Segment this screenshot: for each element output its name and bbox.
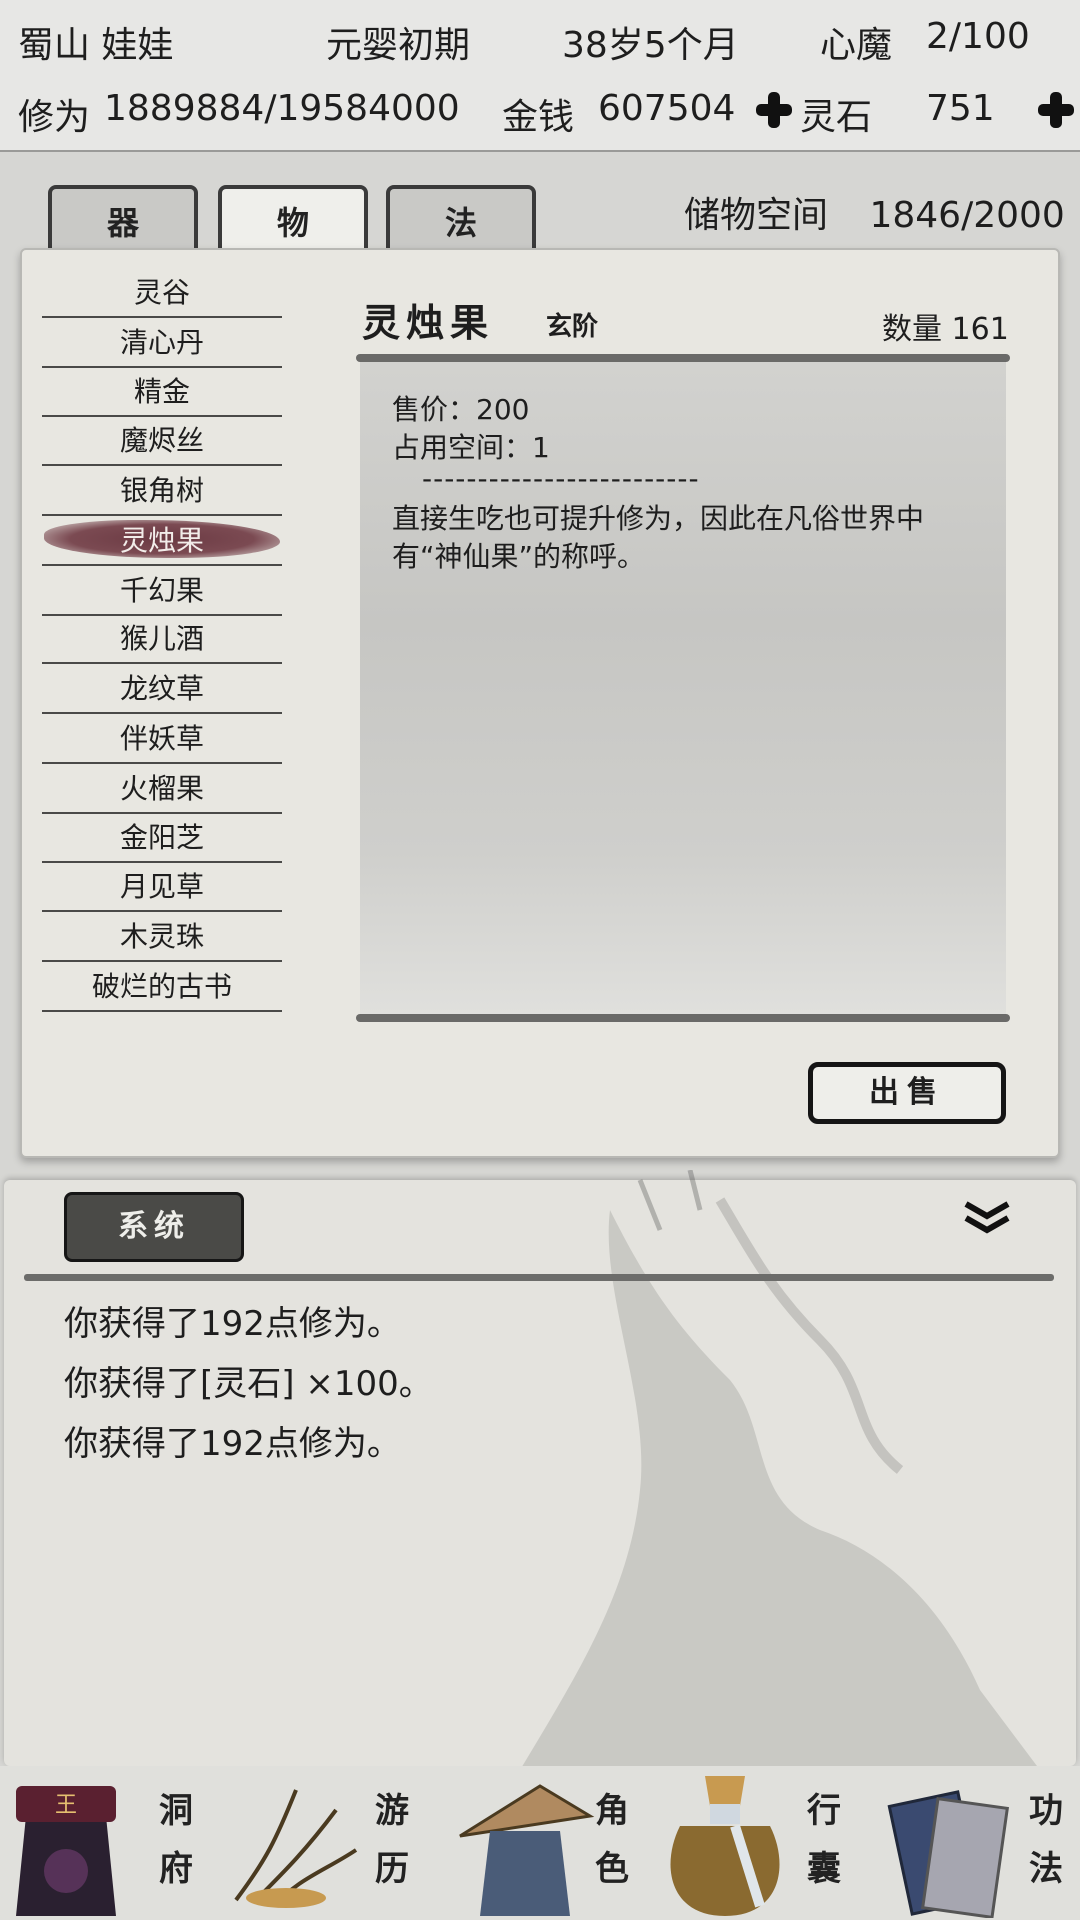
collapse-chevron-icon[interactable] — [962, 1198, 1012, 1238]
list-item[interactable]: 魔烬丝 — [42, 416, 282, 466]
item-price: 售价：200 — [392, 393, 530, 426]
storage-label: 储物空间 — [684, 195, 829, 236]
age-label: 38岁5个月 — [562, 25, 739, 66]
cultivation-value: 1889884/19584000 — [104, 88, 460, 129]
message-line: 你获得了192点修为。 — [64, 1304, 401, 1344]
nav-cave[interactable]: 王 洞 府 — [0, 1766, 200, 1920]
list-item[interactable]: 伴妖草 — [42, 714, 282, 764]
list-item[interactable]: 月见草 — [42, 862, 282, 912]
list-item[interactable]: 金阳芝 — [42, 813, 282, 863]
tab-items[interactable]: 物 — [218, 185, 368, 249]
list-item[interactable]: 银角树 — [42, 466, 282, 516]
add-spirit-stone-icon[interactable] — [1036, 90, 1076, 130]
bag-icon — [670, 1776, 780, 1916]
tab-system-messages[interactable]: 系统 — [64, 1192, 244, 1262]
detail-top-rod — [356, 354, 1010, 362]
ink-mountain-decoration — [520, 1170, 1040, 1770]
nav-scripture[interactable]: 功 法 — [860, 1766, 1080, 1920]
status-header: 蜀山 娃娃 元婴初期 38岁5个月 心魔 2/100 修为 1889884/19… — [0, 0, 1080, 152]
realm-label: 元婴初期 — [326, 25, 471, 66]
svg-text:王: 王 — [55, 1793, 77, 1818]
list-item[interactable]: 破烂的古书 — [42, 962, 282, 1012]
message-line: 你获得了[灵石] ×100。 — [64, 1364, 433, 1404]
scripture-icon — [887, 1790, 1010, 1918]
list-item[interactable]: 灵谷 — [42, 268, 282, 318]
list-item[interactable]: 精金 — [42, 367, 282, 417]
character-icon — [459, 1784, 595, 1916]
nav-bag[interactable]: 行 囊 — [650, 1766, 860, 1920]
tab-equipment[interactable]: 器 — [48, 185, 198, 249]
cave-icon: 王 — [16, 1786, 116, 1916]
item-space: 占用空间：1 — [392, 431, 550, 464]
item-name: 灵烛果 — [362, 300, 495, 345]
item-description: 直接生吃也可提升修为，因此在凡俗世界中有“神仙果”的称呼。 — [392, 502, 925, 573]
item-quantity: 数量 161 — [882, 312, 1009, 347]
list-item[interactable]: 火榴果 — [42, 764, 282, 814]
sell-button[interactable]: 出售 — [808, 1062, 1006, 1124]
detail-separator: ------------------------- — [422, 462, 700, 495]
character-name: 蜀山 娃娃 — [18, 25, 174, 66]
spirit-stone-label: 灵石 — [800, 97, 873, 138]
spirit-stone-value: 751 — [926, 88, 995, 129]
bottom-navigation: 王 洞 府 游 历 角 色 行 囊 功 法 — [0, 1766, 1080, 1920]
list-item[interactable]: 龙纹草 — [42, 664, 282, 714]
add-money-icon[interactable] — [754, 90, 794, 130]
item-grade: 玄阶 — [546, 312, 599, 342]
money-label: 金钱 — [502, 97, 575, 138]
list-item-selected[interactable]: 灵烛果 — [42, 516, 282, 566]
list-item[interactable]: 猴儿酒 — [42, 614, 282, 664]
nav-character[interactable]: 角 色 — [440, 1766, 650, 1920]
message-line: 你获得了192点修为。 — [64, 1424, 401, 1464]
storage-value: 1846/2000 — [869, 195, 1065, 236]
nav-travel[interactable]: 游 历 — [210, 1766, 420, 1920]
list-item[interactable]: 清心丹 — [42, 318, 282, 368]
money-value: 607504 — [598, 88, 736, 129]
tab-techniques[interactable]: 法 — [386, 185, 536, 249]
travel-icon — [234, 1789, 358, 1908]
list-item[interactable]: 木灵珠 — [42, 912, 282, 962]
heart-demon-value: 2/100 — [926, 16, 1030, 57]
list-item[interactable]: 千幻果 — [42, 566, 282, 616]
heart-demon-label: 心魔 — [820, 25, 893, 66]
detail-bottom-rod — [356, 1014, 1010, 1022]
message-divider — [24, 1274, 1054, 1281]
storage-capacity: 储物空间 1846/2000 — [684, 186, 1065, 238]
cultivation-label: 修为 — [18, 97, 91, 138]
